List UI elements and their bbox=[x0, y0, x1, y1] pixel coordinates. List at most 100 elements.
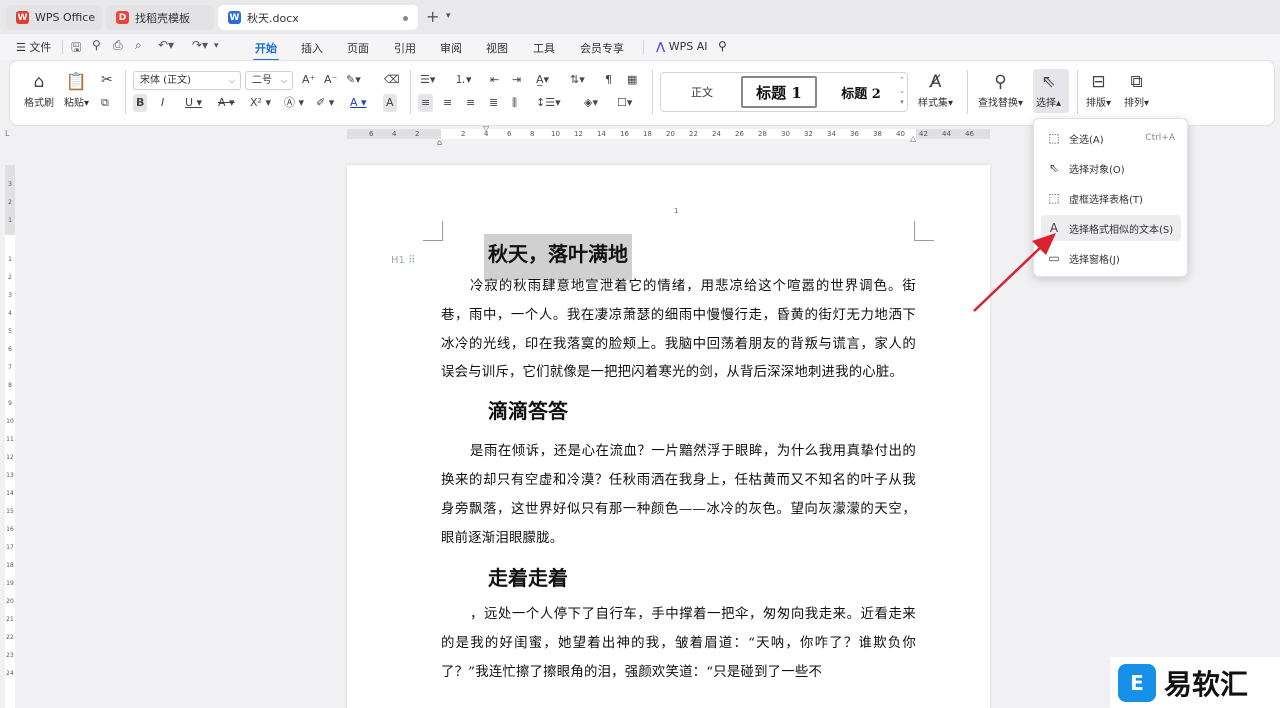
paragraph[interactable]: 冷寂的秋雨肆意地宣泄着它的情绪，用悲凉给这个喧嚣的世界调色。街巷，雨中，一个人。… bbox=[441, 273, 916, 388]
document-body[interactable]: 秋天，落叶满地 冷寂的秋雨肆意地宣泄着它的情绪，用悲凉给这个喧嚣的世界调色。街巷… bbox=[441, 234, 916, 688]
bold-icon[interactable]: B bbox=[133, 94, 148, 112]
char-shading-icon[interactable]: A bbox=[383, 94, 397, 112]
watermark-logo-icon: E bbox=[1118, 663, 1156, 702]
increase-indent-icon[interactable]: ⇥ bbox=[512, 71, 521, 89]
sort-icon[interactable]: ⇅▾ bbox=[570, 71, 585, 89]
left-indent-marker[interactable]: ⌂ bbox=[437, 138, 442, 147]
style-set-button[interactable]: A̸ 样式集▾ bbox=[918, 70, 953, 109]
tab-document[interactable]: W 秋天.docx bbox=[218, 5, 418, 30]
first-line-indent-marker[interactable]: ▽ bbox=[483, 124, 489, 133]
select-button[interactable]: ⇖ 选择▴ bbox=[1036, 70, 1061, 109]
ruler-tick: 20 bbox=[666, 130, 675, 138]
text-effect-icon[interactable]: Ⓐ ▾ bbox=[284, 94, 304, 112]
cursor-arrow-icon: ⇖ bbox=[1041, 72, 1056, 92]
find-replace-button[interactable]: ⚲ 查找替换▾ bbox=[978, 70, 1023, 109]
menu-item-select-object[interactable]: ⇖ 选择对象(O) bbox=[1041, 155, 1181, 181]
save-icon[interactable]: 🖫 bbox=[71, 38, 81, 59]
justify-icon[interactable]: ≣ bbox=[489, 94, 498, 112]
redo-icon[interactable]: ↷▾ bbox=[192, 38, 208, 52]
ruler-tick: 26 bbox=[735, 130, 744, 138]
style-normal[interactable]: 正文 bbox=[669, 76, 735, 108]
print-preview-icon[interactable]: ⌕ bbox=[135, 38, 142, 53]
unsaved-dot-icon[interactable] bbox=[403, 16, 408, 21]
wps-ai-button[interactable]: ⋀ WPS AI bbox=[656, 40, 708, 53]
paste-label: 粘贴▾ bbox=[64, 98, 90, 109]
menu-insert[interactable]: 插入 bbox=[301, 40, 323, 56]
highlight-icon[interactable]: ✐ ▾ bbox=[316, 94, 334, 112]
heading-1[interactable]: 走着走着 bbox=[441, 559, 916, 597]
strikethrough-icon[interactable]: A ▾ bbox=[218, 94, 235, 112]
ruler-tick: 44 bbox=[942, 130, 951, 138]
watermark: E 易软汇 bbox=[1110, 657, 1280, 708]
font-size-select[interactable]: 二号 ⌵ bbox=[245, 71, 293, 90]
style-heading-1[interactable]: 标题 1 bbox=[741, 76, 817, 108]
tab-wps-office[interactable]: W WPS Office bbox=[6, 5, 102, 30]
ruler-tick: 6 bbox=[507, 130, 512, 138]
menu-view[interactable]: 视图 bbox=[486, 40, 508, 56]
shrink-font-icon[interactable]: A⁻ bbox=[324, 71, 337, 89]
select-object-icon: ⇖ bbox=[1048, 161, 1060, 175]
tab-docer[interactable]: D 找稻壳模板 bbox=[106, 5, 214, 30]
superscript-icon[interactable]: X² ▾ bbox=[250, 94, 271, 112]
align-center-icon[interactable]: ≡ bbox=[443, 94, 452, 112]
menu-member[interactable]: 会员专享 bbox=[580, 40, 624, 56]
quick-access-dropdown-icon[interactable]: ▾ bbox=[214, 41, 219, 51]
clear-format-icon[interactable]: ⌫ bbox=[384, 71, 400, 89]
align-left-icon[interactable]: ≡ bbox=[418, 94, 434, 112]
change-case-icon[interactable]: ✎▾ bbox=[346, 71, 361, 89]
style-heading-2[interactable]: 标题 2 bbox=[825, 76, 897, 108]
print-icon[interactable]: ⎙ bbox=[113, 38, 123, 53]
chinese-layout-icon[interactable]: A̲▾ bbox=[536, 71, 549, 89]
menu-page[interactable]: 页面 bbox=[347, 40, 369, 56]
paragraph[interactable]: ，远处一个人停下了自行车，手中撑着一把伞，匆匆向我走来。近看走来的是我的好闺蜜，… bbox=[441, 601, 916, 687]
vertical-ruler[interactable]: 3 2 1 1 2 3 4 5 6 7 8 9 10 11 12 13 14 1… bbox=[5, 165, 15, 708]
heading-1[interactable]: 滴滴答答 bbox=[441, 392, 916, 430]
file-menu[interactable]: ☰ 文件 bbox=[16, 39, 51, 55]
font-color-icon[interactable]: A ▾ bbox=[350, 94, 367, 112]
menu-home[interactable]: 开始 bbox=[253, 40, 279, 61]
menu-bar: ☰ 文件 🖫 ⚲ ⎙ ⌕ ↶▾ ↷▾ ▾ 开始 插入 页面 引用 审阅 视图 工… bbox=[0, 34, 1280, 61]
word-doc-icon: W bbox=[228, 11, 241, 24]
arrange-button[interactable]: ⧉ 排列▾ bbox=[1124, 70, 1149, 109]
bullet-list-icon[interactable]: ☰▾ bbox=[420, 71, 435, 89]
right-indent-marker[interactable]: △ bbox=[910, 134, 916, 143]
underline-icon[interactable]: U ▾ bbox=[185, 94, 202, 112]
search-icon[interactable]: ⚲ bbox=[718, 39, 727, 53]
menu-item-label: 虚框选择表格(T) bbox=[1069, 194, 1143, 206]
show-marks-icon[interactable]: ¶ bbox=[605, 71, 612, 89]
copy-icon[interactable]: ⧉ bbox=[101, 94, 109, 112]
ruler-tick: 2 bbox=[8, 199, 12, 206]
paragraph[interactable]: 是雨在倾诉，还是心在流血？一片黯然浮于眼眸，为什么我用真挚付出的换来的却只有空虚… bbox=[441, 438, 916, 553]
decrease-indent-icon[interactable]: ⇤ bbox=[490, 71, 499, 89]
align-right-icon[interactable]: ≡ bbox=[466, 94, 475, 112]
line-spacing-icon[interactable]: ↕☰▾ bbox=[536, 94, 561, 112]
chevron-down-icon[interactable]: ▾ bbox=[446, 11, 451, 21]
new-tab-plus-icon[interactable]: + bbox=[426, 7, 439, 26]
distributed-icon[interactable]: ⫼ bbox=[512, 94, 517, 112]
heading-1[interactable]: 秋天，落叶满地 bbox=[441, 234, 916, 280]
borders-icon[interactable]: ☐▾ bbox=[617, 94, 632, 112]
font-name-select[interactable]: 宋体 (正文) ⌵ bbox=[133, 71, 241, 90]
share-icon[interactable]: ⚲ bbox=[92, 38, 101, 52]
table-grid-icon[interactable]: ▦ bbox=[627, 71, 637, 89]
menu-tools[interactable]: 工具 bbox=[533, 40, 555, 56]
paste-button[interactable]: 📋 粘贴▾ bbox=[64, 70, 89, 109]
menu-references[interactable]: 引用 bbox=[394, 40, 416, 56]
style-set-icon: A̸ bbox=[929, 72, 942, 92]
horizontal-ruler[interactable]: 6 4 2 2 4 6 8 10 12 14 16 18 20 22 24 26… bbox=[347, 129, 990, 139]
gallery-scroll[interactable]: ⌃ ⌄ ▾ bbox=[899, 75, 905, 108]
grow-font-icon[interactable]: A⁺ bbox=[302, 71, 315, 89]
italic-icon[interactable]: I bbox=[161, 94, 164, 112]
menu-review[interactable]: 审阅 bbox=[440, 40, 462, 56]
tab-stop-selector[interactable]: L bbox=[5, 129, 15, 139]
layout-button[interactable]: ⊟ 排版▾ bbox=[1086, 70, 1111, 109]
document-page[interactable]: 1 秋天，落叶满地 冷寂的秋雨肆意地宣泄着它的情绪，用悲凉给这个喧嚣的世界调色。… bbox=[347, 165, 990, 708]
menu-item-table-select[interactable]: ⬚ 虚框选择表格(T) bbox=[1041, 185, 1181, 211]
numbered-list-icon[interactable]: ⒈▾ bbox=[455, 71, 472, 89]
cut-icon[interactable]: ✂ bbox=[101, 71, 113, 89]
menu-item-select-all[interactable]: ⬚ 全选(A) Ctrl+A bbox=[1041, 125, 1181, 151]
shading-icon[interactable]: ◈▾ bbox=[584, 94, 598, 112]
heading-drag-handle-icon[interactable]: H1 ⠿ bbox=[391, 255, 415, 266]
format-painter-button[interactable]: ⌂ 格式刷 bbox=[24, 70, 54, 109]
undo-icon[interactable]: ↶▾ bbox=[158, 38, 174, 52]
